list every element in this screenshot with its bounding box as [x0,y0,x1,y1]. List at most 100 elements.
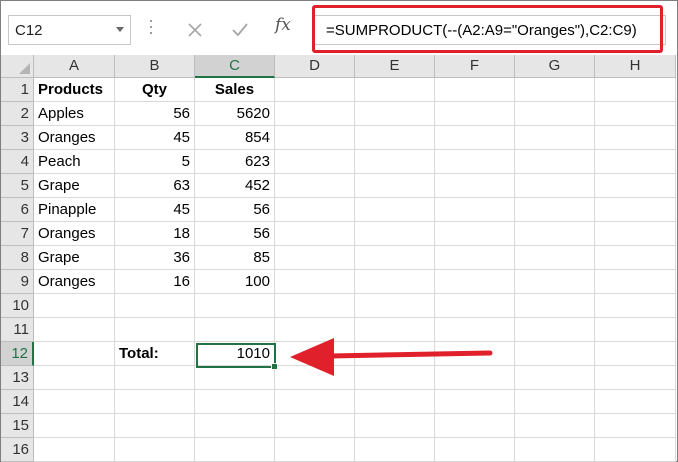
row-header-10[interactable]: 10 [1,294,34,318]
cell-d16[interactable] [275,438,355,462]
cell-f6[interactable] [435,198,515,222]
cell-g11[interactable] [515,318,595,342]
cell-a7[interactable]: Oranges [34,222,115,246]
name-box[interactable]: C12 [8,15,131,45]
column-header-g[interactable]: G [515,55,595,78]
cell-e16[interactable] [355,438,435,462]
row-header-14[interactable]: 14 [1,390,34,414]
cell-h8[interactable] [595,246,676,270]
cell-c10[interactable] [195,294,275,318]
cell-c3[interactable]: 854 [195,126,275,150]
cell-c5[interactable]: 452 [195,174,275,198]
cell-b8[interactable]: 36 [115,246,195,270]
cell-f15[interactable] [435,414,515,438]
close-icon[interactable] [184,19,206,41]
cell-b1[interactable]: Qty [115,78,195,102]
cell-g3[interactable] [515,126,595,150]
cell-g12[interactable] [515,342,595,366]
cell-g5[interactable] [515,174,595,198]
cell-a12[interactable] [34,342,115,366]
cell-b5[interactable]: 63 [115,174,195,198]
cell-c9[interactable]: 100 [195,270,275,294]
cell-a14[interactable] [34,390,115,414]
cell-a3[interactable]: Oranges [34,126,115,150]
cell-f7[interactable] [435,222,515,246]
cell-b7[interactable]: 18 [115,222,195,246]
column-header-b[interactable]: B [115,55,195,78]
cell-b14[interactable] [115,390,195,414]
cell-c8[interactable]: 85 [195,246,275,270]
cell-f8[interactable] [435,246,515,270]
cell-e1[interactable] [355,78,435,102]
cell-f14[interactable] [435,390,515,414]
cell-d3[interactable] [275,126,355,150]
cell-f5[interactable] [435,174,515,198]
row-header-7[interactable]: 7 [1,222,34,246]
cell-d14[interactable] [275,390,355,414]
cell-h4[interactable] [595,150,676,174]
active-cell-c12[interactable] [196,343,278,370]
cell-g13[interactable] [515,366,595,390]
cell-g4[interactable] [515,150,595,174]
cell-c4[interactable]: 623 [195,150,275,174]
cell-d15[interactable] [275,414,355,438]
cell-f3[interactable] [435,126,515,150]
cell-h10[interactable] [595,294,676,318]
cell-c6[interactable]: 56 [195,198,275,222]
cell-h2[interactable] [595,102,676,126]
cell-f9[interactable] [435,270,515,294]
cell-g14[interactable] [515,390,595,414]
cell-c7[interactable]: 56 [195,222,275,246]
column-header-h[interactable]: H [595,55,676,78]
row-header-5[interactable]: 5 [1,174,34,198]
cell-b16[interactable] [115,438,195,462]
cell-c14[interactable] [195,390,275,414]
cell-h9[interactable] [595,270,676,294]
cell-e15[interactable] [355,414,435,438]
cell-a16[interactable] [34,438,115,462]
cell-g1[interactable] [515,78,595,102]
cell-h14[interactable] [595,390,676,414]
cell-e6[interactable] [355,198,435,222]
cell-h13[interactable] [595,366,676,390]
cell-c15[interactable] [195,414,275,438]
cell-f16[interactable] [435,438,515,462]
cell-e5[interactable] [355,174,435,198]
cell-h1[interactable] [595,78,676,102]
row-header-2[interactable]: 2 [1,102,34,126]
cell-g15[interactable] [515,414,595,438]
cell-d6[interactable] [275,198,355,222]
cell-g6[interactable] [515,198,595,222]
cell-e9[interactable] [355,270,435,294]
cell-a11[interactable] [34,318,115,342]
cell-a4[interactable]: Peach [34,150,115,174]
cell-b9[interactable]: 16 [115,270,195,294]
row-header-1[interactable]: 1 [1,78,34,102]
cell-h12[interactable] [595,342,676,366]
cell-f4[interactable] [435,150,515,174]
cell-h15[interactable] [595,414,676,438]
cell-c1[interactable]: Sales [195,78,275,102]
row-header-3[interactable]: 3 [1,126,34,150]
cell-b15[interactable] [115,414,195,438]
column-header-d[interactable]: D [275,55,355,78]
cell-g10[interactable] [515,294,595,318]
cell-a1[interactable]: Products [34,78,115,102]
row-header-8[interactable]: 8 [1,246,34,270]
cell-b4[interactable]: 5 [115,150,195,174]
column-header-e[interactable]: E [355,55,435,78]
cell-b10[interactable] [115,294,195,318]
cell-h7[interactable] [595,222,676,246]
cell-d2[interactable] [275,102,355,126]
cell-a2[interactable]: Apples [34,102,115,126]
cell-d10[interactable] [275,294,355,318]
cell-g8[interactable] [515,246,595,270]
cell-h16[interactable] [595,438,676,462]
cell-d4[interactable] [275,150,355,174]
cell-b11[interactable] [115,318,195,342]
column-header-c[interactable]: C [195,55,275,78]
cell-e8[interactable] [355,246,435,270]
cell-a6[interactable]: Pinapple [34,198,115,222]
cell-d9[interactable] [275,270,355,294]
row-header-9[interactable]: 9 [1,270,34,294]
